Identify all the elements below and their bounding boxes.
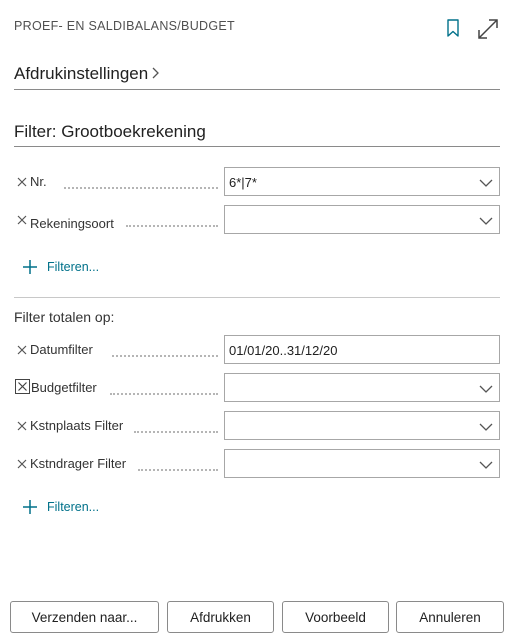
- budgetfilter-select[interactable]: [224, 373, 500, 402]
- filter-row-nr: Nr. 6*|7*: [14, 167, 500, 197]
- add-filter-label: Filteren...: [47, 500, 100, 514]
- expand-icon[interactable]: [475, 16, 501, 42]
- datumfilter-input[interactable]: 01/01/20..31/12/20: [224, 335, 500, 364]
- print-button[interactable]: Afdrukken: [167, 601, 274, 633]
- field-label-rekeningsoort: Rekeningsoort: [30, 216, 114, 231]
- clear-filter-icon[interactable]: [15, 379, 30, 394]
- chevron-down-icon[interactable]: [479, 458, 493, 470]
- bookmark-icon[interactable]: [444, 17, 462, 39]
- field-label-datumfilter: Datumfilter: [30, 342, 93, 357]
- filter-row-datumfilter: Datumfilter 01/01/20..31/12/20: [14, 335, 500, 365]
- field-label-kstnplaats: Kstnplaats Filter: [30, 418, 124, 433]
- filter-row-budgetfilter: Budgetfilter: [14, 373, 500, 403]
- preview-button[interactable]: Voorbeeld: [282, 601, 389, 633]
- kstndrager-filter-select[interactable]: [224, 449, 500, 478]
- clear-filter-icon[interactable]: [16, 457, 28, 469]
- send-to-button[interactable]: Verzenden naar...: [10, 601, 159, 633]
- filter-row-kstnplaats: Kstnplaats Filter: [14, 411, 500, 441]
- nr-filter-value: 6*|7*: [229, 175, 257, 190]
- filter-row-kstndrager: Kstndrager Filter: [14, 449, 500, 479]
- page-title: PROEF- EN SALDIBALANS/BUDGET: [14, 19, 235, 33]
- print-settings-header[interactable]: Afdrukinstellingen: [14, 64, 500, 90]
- field-label-kstndrager: Kstndrager Filter: [30, 456, 127, 471]
- label-leader-dots: [126, 213, 218, 227]
- datumfilter-value: 01/01/20..31/12/20: [229, 343, 338, 358]
- clear-filter-icon[interactable]: [16, 213, 28, 225]
- plus-icon: [23, 500, 37, 514]
- totals-section-title: Filter totalen op:: [14, 309, 115, 325]
- add-filter-label: Filteren...: [47, 260, 100, 274]
- label-leader-dots: [138, 457, 218, 471]
- label-leader-dots: [110, 381, 218, 395]
- chevron-down-icon[interactable]: [479, 214, 493, 226]
- label-leader-dots: [64, 175, 218, 189]
- cancel-button[interactable]: Annuleren: [396, 601, 504, 633]
- clear-filter-icon[interactable]: [16, 419, 28, 431]
- label-leader-dots: [112, 343, 218, 357]
- print-settings-label: Afdrukinstellingen: [14, 64, 149, 83]
- field-label-nr: Nr.: [30, 174, 47, 189]
- chevron-right-icon: [151, 65, 160, 85]
- plus-icon: [23, 260, 37, 274]
- rekeningsoort-select[interactable]: [224, 205, 500, 234]
- clear-filter-icon[interactable]: [16, 175, 28, 187]
- section-divider: [14, 297, 500, 298]
- label-leader-dots: [134, 419, 218, 433]
- field-label-budgetfilter: Budgetfilter: [31, 380, 97, 395]
- nr-filter-input[interactable]: 6*|7*: [224, 167, 500, 196]
- chevron-down-icon[interactable]: [479, 176, 493, 188]
- filter-section-title: Filter: Grootboekrekening: [14, 122, 500, 147]
- chevron-down-icon[interactable]: [479, 420, 493, 432]
- clear-filter-icon[interactable]: [16, 343, 28, 355]
- filter-row-rekeningsoort: Rekeningsoort: [14, 205, 500, 235]
- kstnplaats-filter-select[interactable]: [224, 411, 500, 440]
- chevron-down-icon[interactable]: [479, 382, 493, 394]
